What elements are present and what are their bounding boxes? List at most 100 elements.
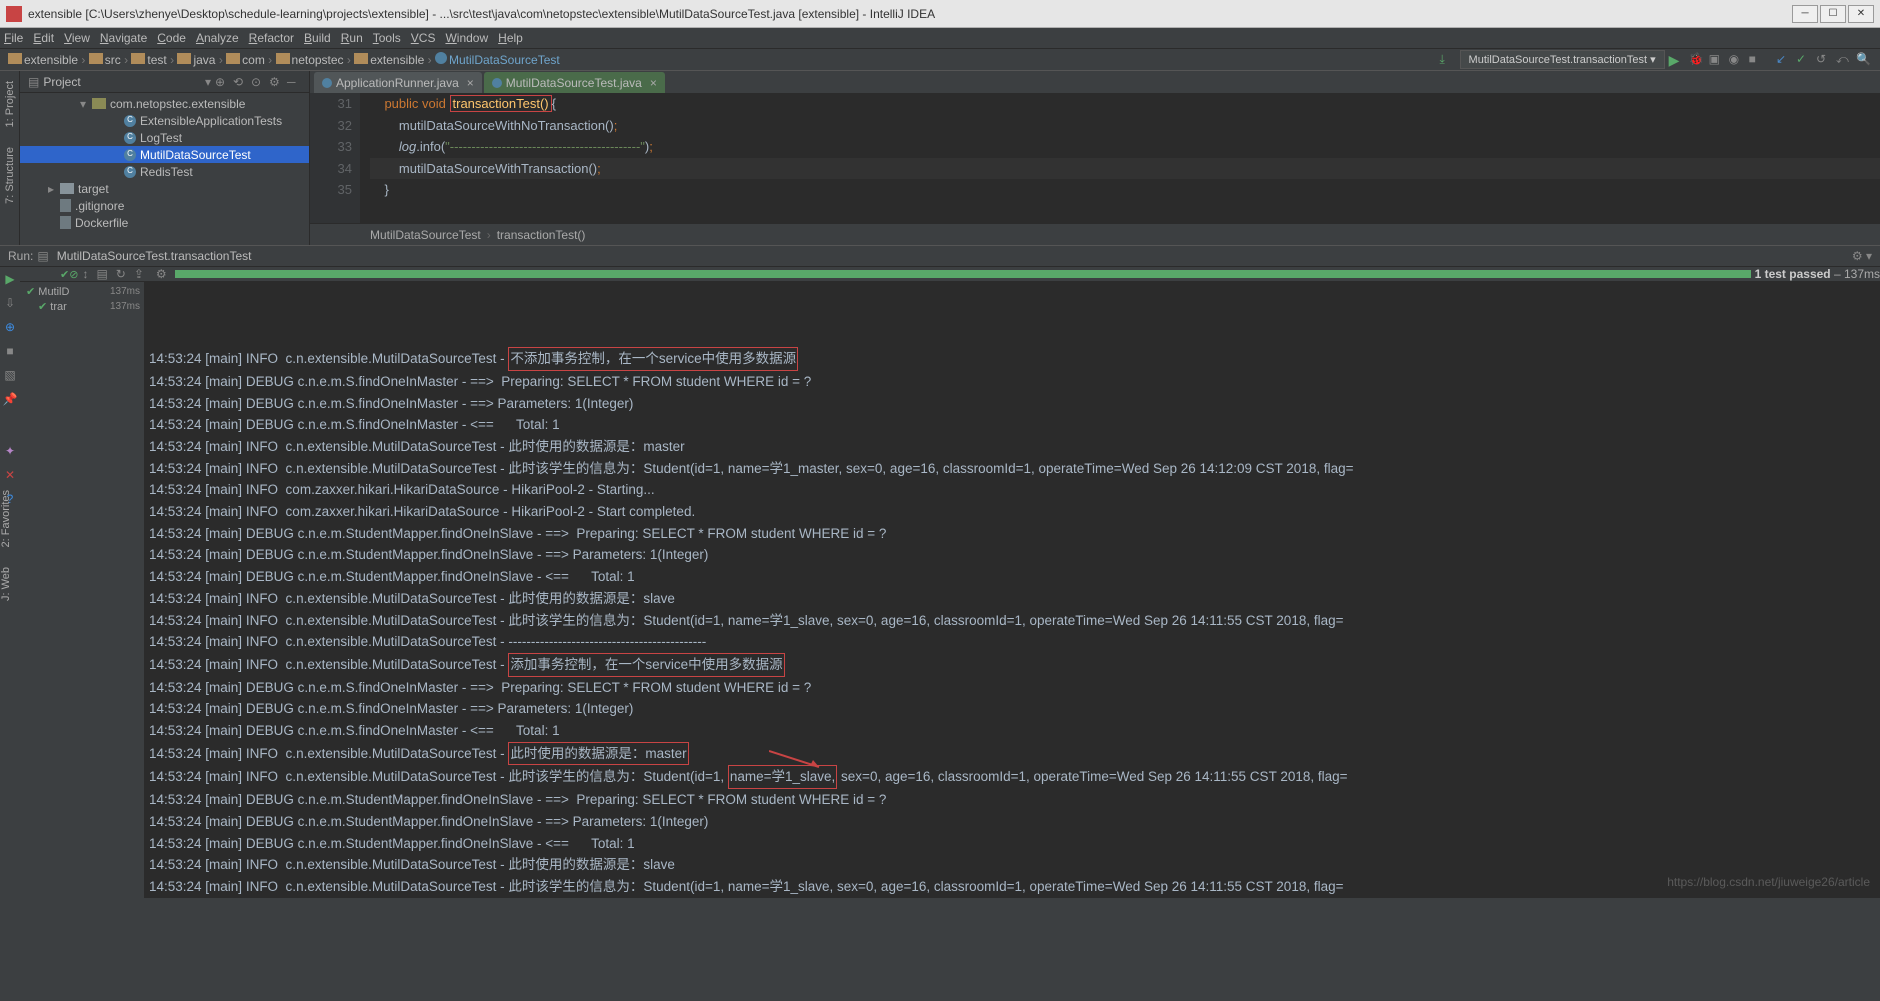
crumb-class[interactable]: MutilDataSourceTest xyxy=(449,53,560,67)
test-row[interactable]: ✔ trar137ms xyxy=(24,299,140,314)
test-row[interactable]: ✔ MutilD137ms xyxy=(24,284,140,299)
gear-icon[interactable]: ⚙ xyxy=(156,267,167,281)
maximize-button[interactable]: ☐ xyxy=(1820,5,1846,23)
left-tab-project[interactable]: 1: Project xyxy=(4,81,16,127)
toggle-test-icon[interactable]: ⇩ xyxy=(2,295,18,311)
code-editor[interactable]: 3132333435 public void transactionTest()… xyxy=(310,93,1880,223)
console-line: 14:53:24 [main] INFO c.n.extensible.Muti… xyxy=(149,347,1880,371)
crumb-netopstec[interactable]: netopstec xyxy=(292,53,344,67)
folder-icon xyxy=(276,53,290,64)
search-icon[interactable]: 🔍 xyxy=(1856,52,1872,68)
stop-icon[interactable]: ■ xyxy=(1749,52,1765,68)
code-line[interactable]: mutilDataSourceWithNoTransaction(); xyxy=(370,115,1880,137)
close-tab-icon[interactable]: × xyxy=(467,76,474,90)
left-tab-favorites[interactable]: 2: Favorites xyxy=(0,490,12,547)
editor-breadcrumb[interactable]: MutilDataSourceTest › transactionTest() xyxy=(310,223,1880,245)
tree-node-RedisTest[interactable]: CRedisTest xyxy=(20,163,309,180)
hide-icon[interactable]: ─ xyxy=(287,75,301,89)
menu-code[interactable]: Code xyxy=(157,31,186,45)
run-settings-icon[interactable]: ⚙ ▾ xyxy=(1852,249,1872,263)
history-icon[interactable]: ↻ xyxy=(116,267,126,281)
test-tree-panel[interactable]: ✔ MutilD137ms✔ trar137ms xyxy=(20,282,145,898)
code-line[interactable]: } xyxy=(370,179,1880,201)
vcs-history-icon[interactable]: ↺ xyxy=(1816,52,1832,68)
tree-node-ExtensibleApplicationTests[interactable]: CExtensibleApplicationTests xyxy=(20,112,309,129)
crumb-extensible[interactable]: extensible xyxy=(24,53,78,67)
tree-nav-icon[interactable]: ⟲ xyxy=(233,75,247,89)
vcs-update-icon[interactable]: ↙ xyxy=(1776,52,1792,68)
tree-node-MutilDataSourceTest[interactable]: CMutilDataSourceTest xyxy=(20,146,309,163)
menu-refactor[interactable]: Refactor xyxy=(249,31,294,45)
project-tree[interactable]: ▾com.netopstec.extensibleCExtensibleAppl… xyxy=(20,93,309,233)
show-passed-icon[interactable]: ⊕ xyxy=(2,319,18,335)
export-icon[interactable]: ⇪ xyxy=(134,267,144,281)
code-line[interactable]: public void transactionTest(){ xyxy=(370,93,1880,115)
expand-arrow-icon[interactable]: ▾ xyxy=(80,97,92,111)
code-line[interactable]: mutilDataSourceWithTransaction(); xyxy=(370,158,1880,180)
crumb-java[interactable]: java xyxy=(193,53,215,67)
sort-icon[interactable]: ↕ xyxy=(82,267,88,281)
rerun-icon[interactable]: ▶ xyxy=(2,271,18,287)
tree-node-Dockerfile[interactable]: Dockerfile xyxy=(20,214,309,231)
minimize-button[interactable]: ─ xyxy=(1792,5,1818,23)
console-line: 14:53:24 [main] INFO com.zaxxer.hikari.H… xyxy=(149,501,1880,523)
crumb-test[interactable]: test xyxy=(147,53,166,67)
menu-edit[interactable]: Edit xyxy=(33,31,54,45)
menu-run[interactable]: Run xyxy=(341,31,363,45)
menu-analyze[interactable]: Analyze xyxy=(196,31,239,45)
tree-node--gitignore[interactable]: .gitignore xyxy=(20,197,309,214)
build-icon[interactable]: ⤓ xyxy=(1440,52,1456,68)
pin-icon[interactable]: 📌 xyxy=(2,391,18,407)
menu-build[interactable]: Build xyxy=(304,31,331,45)
layout-icon[interactable]: ▧ xyxy=(2,367,18,383)
close-button[interactable]: ✕ xyxy=(1848,5,1874,23)
check-icon-2[interactable]: ⊘ xyxy=(69,268,78,281)
crumb-extensible[interactable]: extensible xyxy=(370,53,424,67)
test-progress-bar xyxy=(175,270,1751,278)
coverage-icon[interactable]: ▣ xyxy=(1709,52,1725,68)
breadcrumb-method[interactable]: transactionTest() xyxy=(497,228,586,242)
breadcrumb[interactable]: extensible › src › test › java › com › n… xyxy=(8,52,560,67)
locate-icon[interactable]: ⊙ xyxy=(251,75,265,89)
filter-icon[interactable]: ▤ xyxy=(96,267,107,281)
tree-node-target[interactable]: ▸target xyxy=(20,180,309,197)
menu-vcs[interactable]: VCS xyxy=(411,31,436,45)
tab-MutilDataSourceTest.java[interactable]: MutilDataSourceTest.java× xyxy=(484,72,665,93)
code-body[interactable]: public void transactionTest(){ mutilData… xyxy=(360,93,1880,223)
vcs-commit-icon[interactable]: ✓ xyxy=(1796,52,1812,68)
profile-icon[interactable]: ◉ xyxy=(1729,52,1745,68)
breadcrumb-class[interactable]: MutilDataSourceTest xyxy=(370,228,481,242)
stop-run-icon[interactable]: ■ xyxy=(2,343,18,359)
expand-arrow-icon[interactable]: ▸ xyxy=(48,182,60,196)
cancel-icon[interactable]: ✕ xyxy=(2,467,18,483)
close-tab-icon[interactable]: × xyxy=(650,76,657,90)
console-output[interactable]: https://blog.csdn.net/jiuweige26/article… xyxy=(145,282,1880,898)
console-line: 14:53:24 [main] DEBUG c.n.e.m.S.findOneI… xyxy=(149,393,1880,415)
menu-file[interactable]: File xyxy=(4,31,23,45)
settings-icon[interactable]: ⚙ xyxy=(269,75,283,89)
class-icon xyxy=(492,78,502,88)
menu-help[interactable]: Help xyxy=(498,31,523,45)
collapse-icon[interactable]: ⊕ xyxy=(215,75,229,89)
menu-view[interactable]: View xyxy=(64,31,90,45)
code-line[interactable]: log.info("------------------------------… xyxy=(370,136,1880,158)
check-icon[interactable]: ✔ xyxy=(60,268,69,281)
crumb-com[interactable]: com xyxy=(242,53,265,67)
file-icon xyxy=(60,216,71,229)
left-tab-web[interactable]: J: Web xyxy=(0,567,12,601)
tree-node-com-netopstec-extensible[interactable]: ▾com.netopstec.extensible xyxy=(20,95,309,112)
tab-ApplicationRunner.java[interactable]: ApplicationRunner.java× xyxy=(314,72,482,93)
run-config-selector[interactable]: MutilDataSourceTest.transactionTest ▾ xyxy=(1460,50,1665,69)
wand-icon[interactable]: ✦ xyxy=(2,443,18,459)
console-line: 14:53:24 [main] INFO c.n.extensible.Muti… xyxy=(149,436,1880,458)
tree-node-LogTest[interactable]: CLogTest xyxy=(20,129,309,146)
run-button-icon[interactable]: ▶ xyxy=(1669,52,1685,68)
menu-tools[interactable]: Tools xyxy=(373,31,401,45)
vcs-rollback-icon[interactable]: ⤺ xyxy=(1836,52,1852,68)
left-tab-structure[interactable]: 7: Structure xyxy=(4,147,16,204)
run-label: Run: xyxy=(8,249,33,263)
debug-icon[interactable]: 🐞 xyxy=(1689,52,1705,68)
crumb-src[interactable]: src xyxy=(105,53,121,67)
menu-navigate[interactable]: Navigate xyxy=(100,31,147,45)
menu-window[interactable]: Window xyxy=(445,31,488,45)
